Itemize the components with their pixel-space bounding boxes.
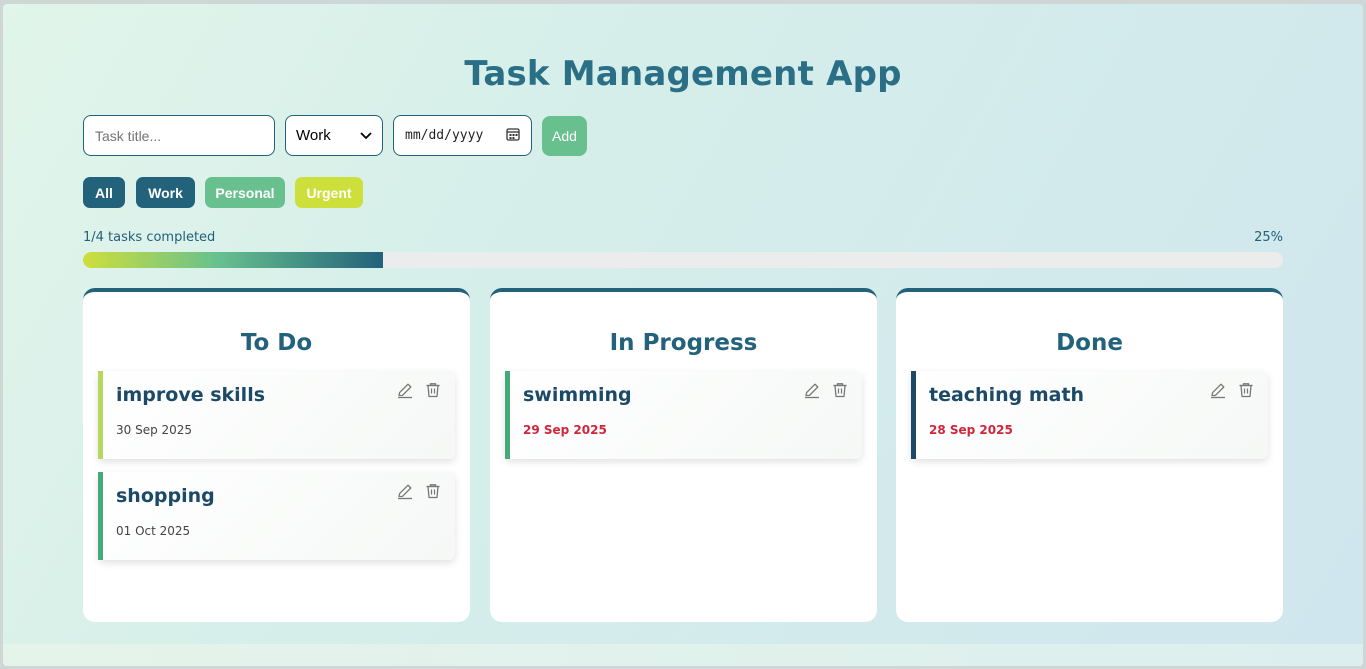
task-due-date: 30 Sep 2025	[116, 423, 193, 437]
task-card[interactable]: improve skills 30 Sep 2025	[98, 371, 455, 459]
filter-work-button[interactable]: Work	[136, 177, 195, 208]
category-color-bar	[98, 371, 103, 459]
task-due-date: 28 Sep 2025	[929, 423, 1013, 437]
pencil-icon[interactable]	[802, 381, 822, 401]
chevron-down-icon	[360, 127, 372, 144]
trash-icon[interactable]	[423, 381, 443, 401]
pencil-icon[interactable]	[395, 482, 415, 502]
task-card[interactable]: swimming 29 Sep 2025	[505, 371, 862, 459]
add-task-button[interactable]: Add	[542, 116, 587, 156]
column-todo: To Do improve skills 30 Sep 2025 shoppin…	[83, 288, 470, 622]
pencil-icon[interactable]	[395, 381, 415, 401]
category-color-bar	[911, 371, 916, 459]
category-select[interactable]: Work	[285, 115, 383, 156]
due-date-input[interactable]: mm/dd/yyyy	[393, 115, 532, 156]
task-title: swimming	[523, 384, 632, 406]
column-in-progress: In Progress swimming 29 Sep 2025	[490, 288, 877, 622]
category-color-bar	[505, 371, 510, 459]
column-title: Done	[1056, 330, 1123, 356]
column-title: To Do	[240, 330, 313, 356]
trash-icon[interactable]	[1236, 381, 1256, 401]
task-card[interactable]: teaching math 28 Sep 2025	[911, 371, 1268, 459]
progress-label: 1/4 tasks completed	[83, 230, 216, 245]
date-placeholder: mm/dd/yyyy	[405, 128, 484, 143]
filter-all-button[interactable]: All	[83, 177, 125, 208]
filter-urgent-button[interactable]: Urgent	[295, 177, 363, 208]
pencil-icon[interactable]	[1208, 381, 1228, 401]
task-card[interactable]: shopping 01 Oct 2025	[98, 472, 455, 560]
task-title: shopping	[116, 485, 215, 507]
column-done: Done teaching math 28 Sep 2025	[896, 288, 1283, 622]
filter-personal-button[interactable]: Personal	[205, 177, 285, 208]
task-due-date: 01 Oct 2025	[116, 524, 191, 538]
calendar-icon[interactable]	[506, 127, 520, 145]
column-title: In Progress	[609, 330, 758, 356]
page-title: Task Management App	[464, 54, 902, 94]
category-selected-value: Work	[296, 127, 331, 144]
app-container: Task Management App Work mm/dd/yyyy Add …	[3, 4, 1363, 666]
progress-bar-fill	[83, 252, 383, 268]
task-title: improve skills	[116, 384, 266, 406]
trash-icon[interactable]	[830, 381, 850, 401]
category-color-bar	[98, 472, 103, 560]
task-title-input[interactable]	[83, 115, 275, 156]
task-title: teaching math	[929, 384, 1085, 406]
footer-strip	[3, 644, 1363, 666]
task-due-date: 29 Sep 2025	[523, 423, 607, 437]
progress-percent: 25%	[1254, 230, 1283, 245]
trash-icon[interactable]	[423, 482, 443, 502]
progress-bar	[83, 252, 1283, 268]
